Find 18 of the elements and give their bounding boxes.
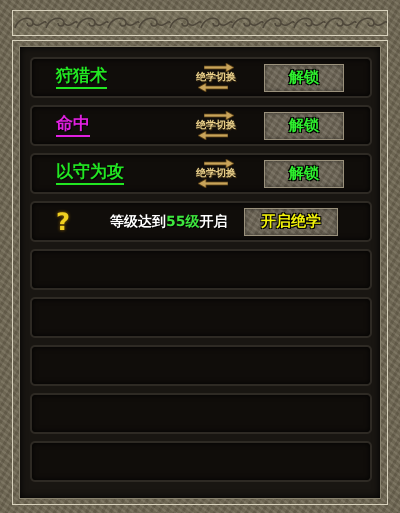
switch-skill-button[interactable]: 绝学切换	[186, 108, 246, 142]
switch-skill-button[interactable]: 绝学切换	[186, 60, 246, 94]
unlock-button[interactable]: 解锁	[264, 160, 344, 188]
skill-name: 狩猎术	[56, 66, 107, 89]
question-mark: ?	[56, 208, 71, 236]
left-arrow-icon	[198, 131, 228, 140]
right-arrow-icon	[204, 111, 234, 120]
requirement-text: 等级达到55级开启	[110, 212, 228, 230]
unlock-button[interactable]: 解锁	[264, 112, 344, 140]
left-arrow-icon	[198, 83, 228, 92]
right-arrow-icon	[204, 159, 234, 168]
skill-name: 以守为攻	[56, 162, 124, 185]
right-arrow-icon	[204, 63, 234, 72]
switch-skill-button[interactable]: 绝学切换	[186, 156, 246, 190]
skill-name: 命中	[56, 114, 90, 137]
left-arrow-icon	[198, 179, 228, 188]
open-skill-button[interactable]: 开启绝学	[244, 208, 338, 236]
unlock-button[interactable]: 解锁	[264, 64, 344, 92]
